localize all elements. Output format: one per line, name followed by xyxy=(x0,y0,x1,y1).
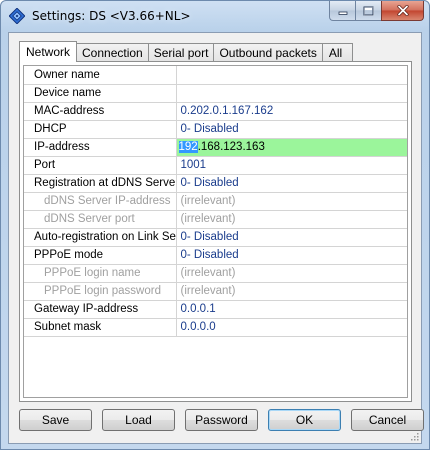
setting-name: Subnet mask xyxy=(24,318,177,337)
window-title: Settings: DS <V3.66+NL> xyxy=(32,9,191,23)
setting-name: Port xyxy=(24,156,177,175)
tab-connection[interactable]: Connection xyxy=(76,43,149,62)
setting-name: PPPoE login name xyxy=(24,264,177,283)
setting-value[interactable]: (irrelevant) xyxy=(176,192,407,211)
unselected-text: .168.123.163 xyxy=(197,141,265,153)
cancel-button[interactable]: Cancel xyxy=(351,409,424,431)
table-row-selected[interactable]: IP-address 192.168.123.163 xyxy=(24,137,407,157)
table-row[interactable]: dDNS Server port (irrelevant) xyxy=(24,210,407,229)
setting-name: dDNS Server port xyxy=(24,210,177,229)
setting-name: Device name xyxy=(24,84,177,103)
table-row[interactable]: Gateway IP-address 0.0.0.1 xyxy=(24,300,407,319)
tab-serial-port[interactable]: Serial port xyxy=(147,43,215,62)
settings-grid[interactable]: Owner name Device name MAC-address 0.202… xyxy=(23,65,408,398)
table-row[interactable]: Port 1001 xyxy=(24,156,407,175)
minimize-button[interactable] xyxy=(329,1,355,21)
setting-value[interactable]: (irrelevant) xyxy=(176,264,407,283)
load-button[interactable]: Load xyxy=(102,409,175,431)
maximize-icon xyxy=(363,6,374,16)
dialog-client-area: Network Connection Serial port Outbound … xyxy=(8,32,424,444)
setting-value[interactable]: 0- Disabled xyxy=(176,120,407,139)
table-row[interactable]: PPPoE mode 0- Disabled xyxy=(24,246,407,265)
title-bar[interactable]: Settings: DS <V3.66+NL> xyxy=(1,1,429,33)
button-bar: Save Load Password OK Cancel xyxy=(19,409,424,432)
table-row[interactable]: Device name xyxy=(24,84,407,103)
tab-network[interactable]: Network xyxy=(19,41,78,62)
setting-name: PPPoE mode xyxy=(24,246,177,265)
setting-name: Auto-registration on Link Server xyxy=(24,228,177,247)
tab-all[interactable]: All xyxy=(321,43,354,62)
password-button[interactable]: Password xyxy=(185,409,258,431)
tab-panel-network: Owner name Device name MAC-address 0.202… xyxy=(19,61,412,402)
save-button[interactable]: Save xyxy=(19,409,92,431)
setting-name: Gateway IP-address xyxy=(24,300,177,319)
settings-window: Settings: DS <V3.66+NL> Network Connecti… xyxy=(0,0,430,450)
setting-name: Registration at dDNS Server xyxy=(24,174,177,193)
setting-name: PPPoE login password xyxy=(24,282,177,301)
table-row[interactable]: Registration at dDNS Server 0- Disabled xyxy=(24,174,407,193)
table-row[interactable]: DHCP 0- Disabled xyxy=(24,120,407,139)
setting-name: DHCP xyxy=(24,120,177,139)
setting-value[interactable]: 0.0.0.0 xyxy=(176,318,407,337)
setting-name: IP-address xyxy=(24,137,177,157)
tab-strip: Network Connection Serial port Outbound … xyxy=(19,41,354,62)
caption-buttons xyxy=(329,1,424,21)
ip-address-edit-field[interactable]: 192.168.123.163 xyxy=(176,137,407,157)
setting-name: Owner name xyxy=(24,66,177,85)
setting-value[interactable]: 0- Disabled xyxy=(176,228,407,247)
setting-value[interactable]: 0.0.0.1 xyxy=(176,300,407,319)
table-row[interactable]: Subnet mask 0.0.0.0 xyxy=(24,318,407,337)
table-row[interactable]: MAC-address 0.202.0.1.167.162 xyxy=(24,102,407,121)
table-row[interactable]: PPPoE login password (irrelevant) xyxy=(24,282,407,301)
close-icon xyxy=(396,5,409,16)
table-row[interactable]: dDNS Server IP-address (irrelevant) xyxy=(24,192,407,211)
setting-value[interactable]: 1001 xyxy=(176,156,407,175)
close-button[interactable] xyxy=(381,1,424,21)
resize-grip-icon[interactable] xyxy=(409,431,419,441)
setting-value[interactable] xyxy=(176,84,407,103)
ok-button[interactable]: OK xyxy=(268,409,341,431)
setting-value[interactable]: 0.202.0.1.167.162 xyxy=(176,102,407,121)
maximize-button[interactable] xyxy=(355,1,381,21)
tab-outbound-packets[interactable]: Outbound packets xyxy=(213,43,323,62)
setting-value[interactable]: 0- Disabled xyxy=(176,174,407,193)
table-row[interactable]: Auto-registration on Link Server 0- Disa… xyxy=(24,228,407,247)
setting-value[interactable]: (irrelevant) xyxy=(176,282,407,301)
setting-name: MAC-address xyxy=(24,102,177,121)
selected-text: 192 xyxy=(178,141,198,153)
setting-value[interactable]: (irrelevant) xyxy=(176,210,407,229)
minimize-icon xyxy=(338,11,347,15)
setting-value[interactable] xyxy=(176,66,407,85)
table-row[interactable]: PPPoE login name (irrelevant) xyxy=(24,264,407,283)
table-row[interactable]: Owner name xyxy=(24,66,407,85)
diamond-app-icon[interactable] xyxy=(8,7,26,25)
setting-name: dDNS Server IP-address xyxy=(24,192,177,211)
setting-value[interactable]: 0- Disabled xyxy=(176,246,407,265)
